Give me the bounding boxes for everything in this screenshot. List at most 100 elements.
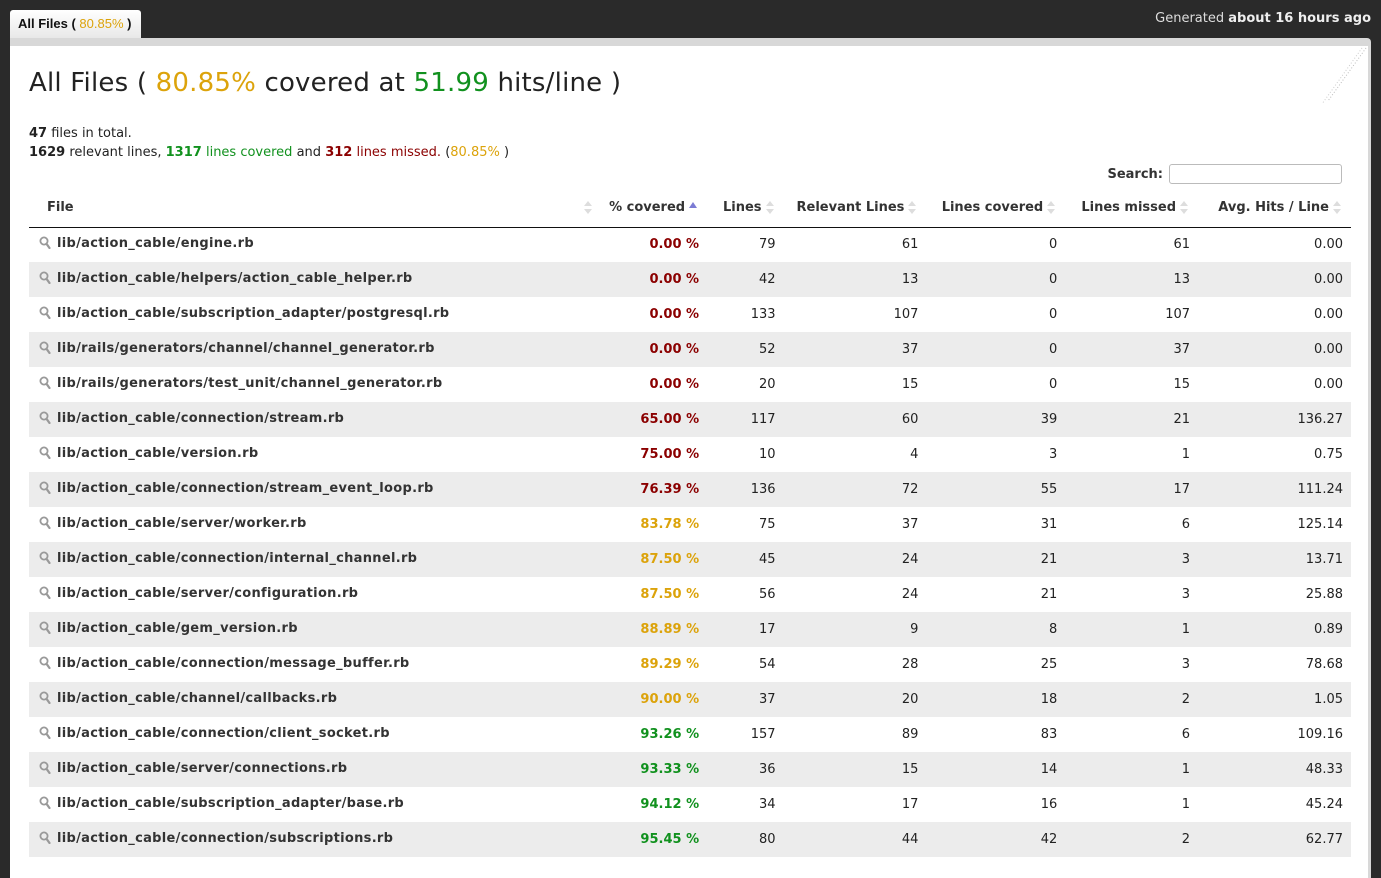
file-link[interactable]: lib/action_cable/connection/stream.rb — [57, 411, 344, 426]
column-header-relevant-lines[interactable]: Relevant Lines — [783, 189, 927, 228]
magnifier-icon[interactable] — [39, 236, 51, 253]
column-label: % covered — [609, 200, 686, 216]
lines-cell: 52 — [759, 342, 776, 357]
avg-hits-cell: 136.27 — [1297, 412, 1344, 427]
file-link[interactable]: lib/action_cable/helpers/action_cable_he… — [57, 271, 413, 286]
files-count: 47 — [29, 126, 48, 141]
magnifier-icon[interactable] — [39, 411, 51, 428]
file-link[interactable]: lib/action_cable/engine.rb — [57, 236, 254, 251]
file-cell: lib/action_cable/connection/stream.rb — [29, 402, 602, 437]
percent-covered-cell: 87.50 % — [640, 587, 700, 602]
sort-both-icon — [765, 200, 776, 215]
generated-prefix: Generated — [1155, 11, 1225, 26]
file-link[interactable]: lib/action_cable/server/configuration.rb — [57, 586, 358, 601]
file-cell: lib/rails/generators/test_unit/channel_g… — [29, 367, 602, 402]
tab-percent: 80.85% — [79, 16, 124, 31]
file-link[interactable]: lib/action_cable/version.rb — [57, 446, 258, 461]
file-link[interactable]: lib/action_cable/connection/message_buff… — [57, 656, 410, 671]
tab-all-files[interactable]: All Files ( 80.85% ) — [10, 10, 142, 38]
generated-when: about 16 hours ago — [1228, 11, 1371, 26]
magnifier-icon[interactable] — [39, 726, 51, 743]
lines-missed-cell: 6 — [1181, 517, 1191, 532]
lines-missed-cell: 13 — [1173, 272, 1191, 287]
table-body: lib/action_cable/engine.rb 0.00 % 79 61 0 61 0… — [29, 227, 1351, 857]
column-header-file[interactable]: File — [29, 189, 603, 228]
magnifier-icon[interactable] — [39, 271, 51, 288]
relevant-lines-cell: 28 — [901, 657, 919, 672]
avg-hits-cell: 109.16 — [1297, 727, 1344, 742]
relevant-lines-cell: 13 — [901, 272, 919, 287]
column-header-lines-missed[interactable]: Lines missed — [1065, 189, 1199, 228]
file-cell: lib/action_cable/gem_version.rb — [29, 612, 602, 647]
file-link[interactable]: lib/action_cable/connection/subscription… — [57, 831, 393, 846]
lines-covered-cell: 39 — [1040, 412, 1058, 427]
avg-hits-cell: 125.14 — [1297, 517, 1344, 532]
file-link[interactable]: lib/action_cable/connection/client_socke… — [57, 726, 390, 741]
column-label: Lines covered — [941, 200, 1044, 216]
lines-covered-cell: 21 — [1040, 587, 1058, 602]
summary-percent: 80.85% — [450, 145, 500, 160]
file-cell: lib/rails/generators/channel/channel_gen… — [29, 332, 602, 367]
percent-close: ) — [503, 145, 510, 160]
relevant-lines-cell: 20 — [901, 692, 919, 707]
percent-covered-cell: 65.00 % — [640, 412, 700, 427]
page-title: All Files ( 80.85% covered at 51.99 hits… — [29, 68, 621, 98]
relevant-lines-cell: 72 — [901, 482, 919, 497]
magnifier-icon[interactable] — [39, 551, 51, 568]
column-label: Relevant Lines — [796, 200, 905, 216]
avg-hits-cell: 1.05 — [1314, 692, 1343, 707]
lines-cell: 79 — [759, 237, 776, 253]
file-link[interactable]: lib/action_cable/subscription_adapter/ba… — [57, 796, 404, 811]
lines-cell: 133 — [750, 307, 776, 322]
magnifier-icon[interactable] — [39, 446, 51, 463]
lines-covered-cell: 0 — [1048, 272, 1058, 287]
lines-missed-cell: 3 — [1181, 657, 1191, 672]
file-link[interactable]: lib/action_cable/connection/internal_cha… — [57, 551, 417, 566]
lines-cell: 34 — [759, 797, 776, 812]
file-link[interactable]: lib/rails/generators/channel/channel_gen… — [57, 341, 435, 356]
file-link[interactable]: lib/action_cable/server/worker.rb — [57, 516, 307, 531]
file-link[interactable]: lib/action_cable/connection/stream_event… — [57, 481, 434, 496]
column-header-lines-covered[interactable]: Lines covered — [926, 189, 1066, 228]
table-row: lib/action_cable/connection/stream.rb 65.… — [29, 402, 1351, 437]
file-link[interactable]: lib/action_cable/server/connections.rb — [57, 761, 347, 776]
file-link[interactable]: lib/action_cable/gem_version.rb — [57, 621, 298, 636]
magnifier-icon[interactable] — [39, 341, 51, 358]
file-link[interactable]: lib/rails/generators/test_unit/channel_g… — [57, 376, 442, 391]
magnifier-icon[interactable] — [39, 481, 51, 498]
missed-count: 312 — [325, 145, 353, 160]
column-label: File — [47, 200, 74, 216]
column-header-percent-covered[interactable]: % covered — [602, 189, 708, 228]
search-input[interactable] — [1169, 164, 1342, 184]
file-link[interactable]: lib/action_cable/channel/callbacks.rb — [57, 691, 337, 706]
magnifier-icon[interactable] — [39, 761, 51, 778]
column-header-avg-hits[interactable]: Avg. Hits / Line — [1198, 189, 1351, 228]
column-header-lines[interactable]: Lines — [707, 189, 784, 228]
avg-hits-cell: 111.24 — [1297, 482, 1344, 497]
file-cell: lib/action_cable/server/configuration.rb — [29, 577, 602, 612]
file-cell: lib/action_cable/connection/internal_cha… — [29, 542, 602, 577]
magnifier-icon[interactable] — [39, 656, 51, 673]
magnifier-icon[interactable] — [39, 586, 51, 603]
lines-covered-cell: 21 — [1040, 552, 1058, 567]
magnifier-icon[interactable] — [39, 306, 51, 323]
magnifier-icon[interactable] — [39, 831, 51, 848]
magnifier-icon[interactable] — [39, 516, 51, 533]
magnifier-icon[interactable] — [39, 621, 51, 638]
page-curl-decoration — [1321, 47, 1367, 105]
avg-hits-cell: 0.00 — [1314, 377, 1343, 392]
file-cell: lib/action_cable/connection/message_buff… — [29, 647, 602, 682]
lines-missed-cell: 2 — [1181, 832, 1191, 847]
file-link[interactable]: lib/action_cable/subscription_adapter/po… — [57, 306, 449, 321]
relevant-lines-cell: 37 — [901, 342, 919, 357]
table-row: lib/action_cable/connection/message_buff… — [29, 647, 1351, 682]
magnifier-icon[interactable] — [39, 691, 51, 708]
relevant-lines-cell: 9 — [910, 622, 919, 637]
magnifier-icon[interactable] — [39, 376, 51, 393]
avg-hits-cell: 45.24 — [1305, 797, 1343, 812]
percent-covered-cell: 95.45 % — [640, 832, 700, 847]
table-row: lib/action_cable/connection/stream_event… — [29, 472, 1351, 507]
lines-missed-cell: 1 — [1181, 797, 1191, 812]
magnifier-icon[interactable] — [39, 796, 51, 813]
file-cell: lib/action_cable/version.rb — [29, 437, 602, 472]
